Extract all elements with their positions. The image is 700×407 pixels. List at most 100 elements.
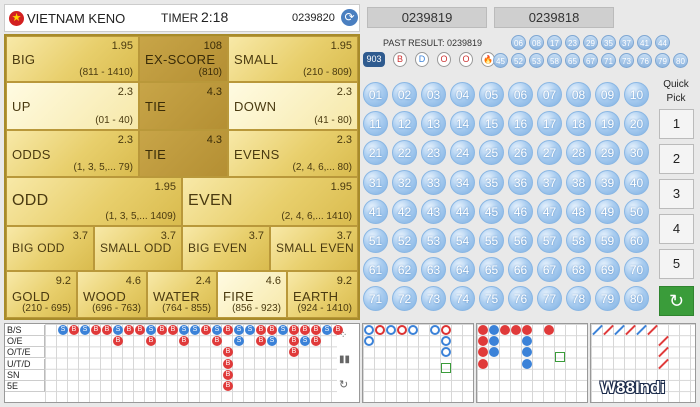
number-ball-50[interactable]: 50 bbox=[624, 198, 649, 224]
bet-evens[interactable]: 2.3 EVENS (2, 4, 6,... 80) bbox=[228, 130, 358, 177]
number-ball-10[interactable]: 10 bbox=[624, 82, 649, 107]
number-ball-29[interactable]: 29 bbox=[595, 140, 620, 166]
number-ball-32[interactable]: 32 bbox=[392, 169, 417, 195]
number-ball-37[interactable]: 37 bbox=[537, 169, 562, 195]
prev-draw-tab-2[interactable]: 0239818 bbox=[494, 7, 614, 28]
number-ball-71[interactable]: 71 bbox=[363, 286, 388, 312]
number-ball-05[interactable]: 05 bbox=[479, 82, 504, 107]
number-ball-42[interactable]: 42 bbox=[392, 198, 417, 224]
number-ball-78[interactable]: 78 bbox=[566, 286, 591, 312]
number-ball-02[interactable]: 02 bbox=[392, 82, 417, 107]
number-ball-35[interactable]: 35 bbox=[479, 169, 504, 195]
number-ball-46[interactable]: 46 bbox=[508, 198, 533, 224]
bet-small-even[interactable]: 3.7 SMALL EVEN bbox=[270, 226, 358, 271]
bet-fire[interactable]: 4.6 FIRE (856 - 923) bbox=[217, 271, 287, 318]
number-ball-24[interactable]: 24 bbox=[450, 140, 475, 166]
number-ball-15[interactable]: 15 bbox=[479, 111, 504, 137]
number-ball-07[interactable]: 07 bbox=[537, 82, 562, 107]
number-ball-30[interactable]: 30 bbox=[624, 140, 649, 166]
number-ball-68[interactable]: 68 bbox=[566, 257, 591, 283]
number-ball-11[interactable]: 11 bbox=[363, 111, 388, 137]
number-ball-55[interactable]: 55 bbox=[479, 228, 504, 253]
bet-big[interactable]: 1.95 BIG (811 - 1410) bbox=[6, 36, 139, 82]
bet-odd[interactable]: 1.95 ODD (1, 3, 5,... 1409) bbox=[6, 177, 182, 226]
number-ball-53[interactable]: 53 bbox=[421, 228, 446, 253]
number-ball-65[interactable]: 65 bbox=[479, 257, 504, 283]
number-ball-73[interactable]: 73 bbox=[421, 286, 446, 312]
refresh-icon[interactable]: ⟳ bbox=[341, 9, 358, 26]
number-ball-80[interactable]: 80 bbox=[624, 286, 649, 312]
bet-gold[interactable]: 9.2 GOLD (210 - 695) bbox=[6, 271, 77, 318]
number-ball-23[interactable]: 23 bbox=[421, 140, 446, 166]
bet-wood[interactable]: 4.6 WOOD (696 - 763) bbox=[77, 271, 147, 318]
number-ball-14[interactable]: 14 bbox=[450, 111, 475, 137]
bet-earth[interactable]: 9.2 EARTH (924 - 1410) bbox=[287, 271, 358, 318]
number-ball-03[interactable]: 03 bbox=[421, 82, 446, 107]
number-ball-40[interactable]: 40 bbox=[624, 169, 649, 195]
number-ball-22[interactable]: 22 bbox=[392, 140, 417, 166]
number-ball-58[interactable]: 58 bbox=[566, 228, 591, 253]
number-ball-48[interactable]: 48 bbox=[566, 198, 591, 224]
bet-big-even[interactable]: 3.7 BIG EVEN bbox=[182, 226, 270, 271]
number-ball-76[interactable]: 76 bbox=[508, 286, 533, 312]
number-ball-17[interactable]: 17 bbox=[537, 111, 562, 137]
number-ball-61[interactable]: 61 bbox=[363, 257, 388, 283]
number-ball-09[interactable]: 09 bbox=[595, 82, 620, 107]
number-ball-59[interactable]: 59 bbox=[595, 228, 620, 253]
quick-pick-1-button[interactable]: 1 bbox=[659, 109, 694, 139]
bet-big-odd[interactable]: 3.7 BIG ODD bbox=[6, 226, 94, 271]
number-ball-38[interactable]: 38 bbox=[566, 169, 591, 195]
number-ball-26[interactable]: 26 bbox=[508, 140, 533, 166]
number-ball-12[interactable]: 12 bbox=[392, 111, 417, 137]
number-ball-34[interactable]: 34 bbox=[450, 169, 475, 195]
number-ball-27[interactable]: 27 bbox=[537, 140, 562, 166]
quick-pick-4-button[interactable]: 4 bbox=[659, 214, 694, 244]
number-ball-45[interactable]: 45 bbox=[479, 198, 504, 224]
number-ball-63[interactable]: 63 bbox=[421, 257, 446, 283]
number-ball-49[interactable]: 49 bbox=[595, 198, 620, 224]
bet-down[interactable]: 2.3 DOWN (41 - 80) bbox=[228, 82, 358, 130]
number-ball-19[interactable]: 19 bbox=[595, 111, 620, 137]
quick-pick-2-button[interactable]: 2 bbox=[659, 144, 694, 174]
number-ball-67[interactable]: 67 bbox=[537, 257, 562, 283]
number-ball-33[interactable]: 33 bbox=[421, 169, 446, 195]
bet-small-odd[interactable]: 3.7 SMALL ODD bbox=[94, 226, 182, 271]
bet-odds[interactable]: 2.3 ODDS (1, 3, 5,... 79) bbox=[6, 130, 139, 177]
number-ball-77[interactable]: 77 bbox=[537, 286, 562, 312]
number-ball-06[interactable]: 06 bbox=[508, 82, 533, 107]
number-ball-69[interactable]: 69 bbox=[595, 257, 620, 283]
number-ball-28[interactable]: 28 bbox=[566, 140, 591, 166]
number-ball-47[interactable]: 47 bbox=[537, 198, 562, 224]
bar-chart-icon[interactable]: ▮▮ bbox=[339, 354, 355, 368]
number-ball-08[interactable]: 08 bbox=[566, 82, 591, 107]
bet-tie-updown[interactable]: 4.3 TIE bbox=[139, 82, 228, 130]
number-ball-36[interactable]: 36 bbox=[508, 169, 533, 195]
number-ball-01[interactable]: 01 bbox=[363, 82, 388, 107]
number-ball-72[interactable]: 72 bbox=[392, 286, 417, 312]
bet-small[interactable]: 1.95 SMALL (210 - 809) bbox=[228, 36, 358, 82]
number-ball-75[interactable]: 75 bbox=[479, 286, 504, 312]
bet-tie-oddseven[interactable]: 4.3 TIE bbox=[139, 130, 228, 177]
number-ball-51[interactable]: 51 bbox=[363, 228, 388, 253]
number-ball-39[interactable]: 39 bbox=[595, 169, 620, 195]
number-ball-13[interactable]: 13 bbox=[421, 111, 446, 137]
number-ball-66[interactable]: 66 bbox=[508, 257, 533, 283]
quick-pick-5-button[interactable]: 5 bbox=[659, 249, 694, 279]
number-ball-21[interactable]: 21 bbox=[363, 140, 388, 166]
number-ball-16[interactable]: 16 bbox=[508, 111, 533, 137]
quick-pick-3-button[interactable]: 3 bbox=[659, 179, 694, 209]
number-ball-54[interactable]: 54 bbox=[450, 228, 475, 253]
bet-ex-score[interactable]: 108 EX-SCORE (810) bbox=[139, 36, 228, 82]
number-ball-43[interactable]: 43 bbox=[421, 198, 446, 224]
number-ball-44[interactable]: 44 bbox=[450, 198, 475, 224]
number-ball-04[interactable]: 04 bbox=[450, 82, 475, 107]
number-ball-57[interactable]: 57 bbox=[537, 228, 562, 253]
number-ball-41[interactable]: 41 bbox=[363, 198, 388, 224]
number-ball-25[interactable]: 25 bbox=[479, 140, 504, 166]
number-ball-31[interactable]: 31 bbox=[363, 169, 388, 195]
number-ball-52[interactable]: 52 bbox=[392, 228, 417, 253]
number-ball-18[interactable]: 18 bbox=[566, 111, 591, 137]
number-ball-79[interactable]: 79 bbox=[595, 286, 620, 312]
bet-up[interactable]: 2.3 UP (01 - 40) bbox=[6, 82, 139, 130]
bet-water[interactable]: 2.4 WATER (764 - 855) bbox=[147, 271, 217, 318]
